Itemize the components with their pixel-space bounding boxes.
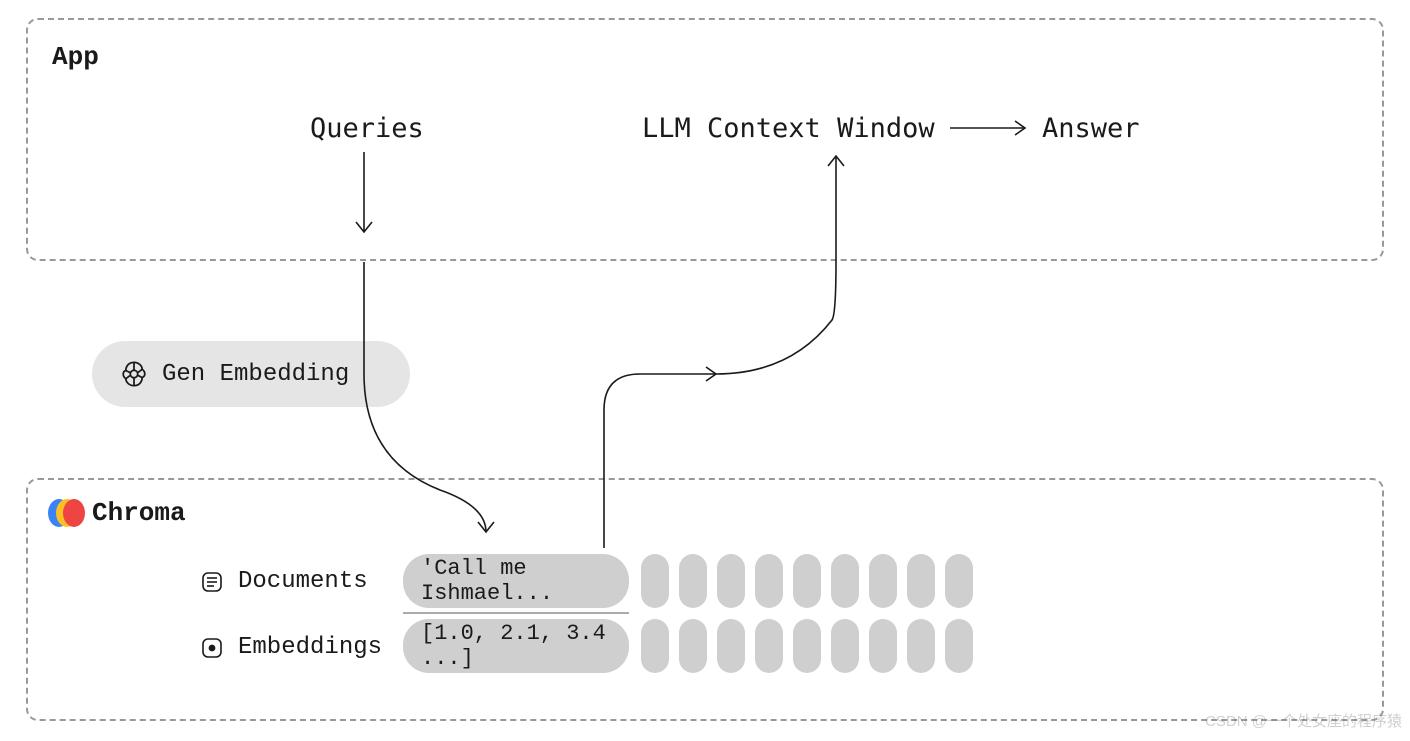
document-sample-text: 'Call me Ishmael... <box>421 556 611 606</box>
rows-divider <box>403 612 629 614</box>
documents-row-label: Documents <box>200 568 368 595</box>
answer-label: Answer <box>1042 113 1140 144</box>
emb-capsule-7 <box>869 619 897 673</box>
chroma-title-text: Chroma <box>92 498 186 528</box>
embeddings-row-label: Embeddings <box>200 634 382 661</box>
doc-capsule-7 <box>869 554 897 608</box>
openai-icon <box>120 360 148 388</box>
chroma-icon <box>48 499 82 527</box>
document-icon <box>200 570 224 594</box>
doc-capsule-6 <box>831 554 859 608</box>
emb-capsule-3 <box>717 619 745 673</box>
doc-capsule-2 <box>679 554 707 608</box>
doc-capsule-4 <box>755 554 783 608</box>
embedding-icon <box>200 636 224 660</box>
documents-label-text: Documents <box>238 568 368 595</box>
emb-capsule-6 <box>831 619 859 673</box>
queries-label: Queries <box>310 113 424 144</box>
emb-capsule-2 <box>679 619 707 673</box>
gen-embedding-pill: Gen Embedding <box>92 341 410 407</box>
doc-capsule-5 <box>793 554 821 608</box>
emb-capsule-9 <box>945 619 973 673</box>
watermark: CSDN @一个处女座的程序猿 <box>1205 710 1402 731</box>
embedding-sample-text: [1.0, 2.1, 3.4 ...] <box>421 621 611 671</box>
emb-capsule-5 <box>793 619 821 673</box>
llm-label: LLM Context Window <box>642 113 935 144</box>
emb-capsule-8 <box>907 619 935 673</box>
doc-capsule-3 <box>717 554 745 608</box>
doc-capsule-8 <box>907 554 935 608</box>
gen-embedding-text: Gen Embedding <box>162 361 349 388</box>
doc-capsule-1 <box>641 554 669 608</box>
chroma-title: Chroma <box>48 498 186 528</box>
app-title: App <box>52 42 99 72</box>
embedding-sample-pill: [1.0, 2.1, 3.4 ...] <box>403 619 629 673</box>
document-sample-pill: 'Call me Ishmael... <box>403 554 629 608</box>
emb-capsule-4 <box>755 619 783 673</box>
emb-capsule-1 <box>641 619 669 673</box>
embeddings-label-text: Embeddings <box>238 634 382 661</box>
doc-capsule-9 <box>945 554 973 608</box>
app-title-text: App <box>52 42 99 72</box>
